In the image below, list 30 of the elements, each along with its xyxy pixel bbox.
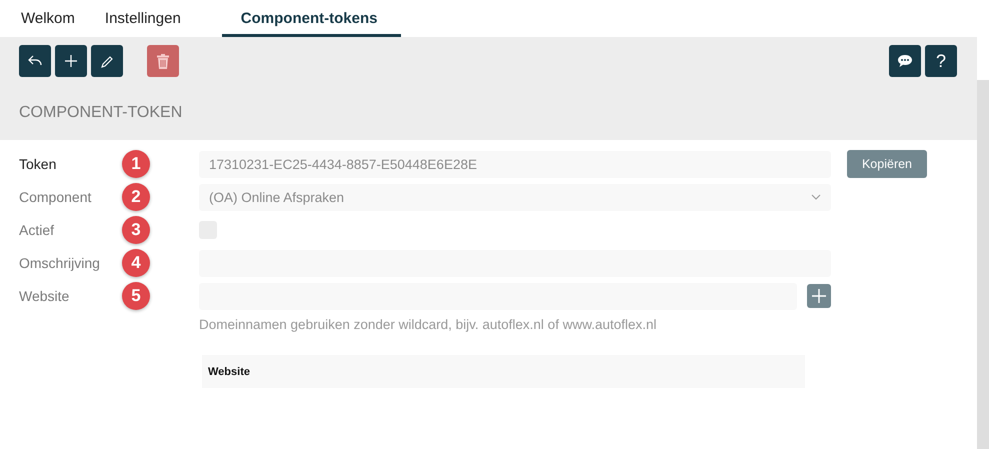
field-label: Token [19, 156, 58, 172]
chat-icon [897, 54, 913, 68]
scrollbar[interactable] [977, 80, 989, 449]
copy-button[interactable]: Kopiëren [847, 150, 927, 178]
plus-icon [65, 55, 77, 67]
number-badge: 1 [122, 150, 150, 178]
number-badge: 4 [122, 249, 150, 277]
edit-button[interactable] [91, 45, 123, 77]
field-label: Actief [19, 222, 56, 238]
number-badge: 2 [122, 183, 150, 211]
number-badge: 5 [122, 282, 150, 310]
field-label: Website [19, 288, 70, 304]
chevron-down-icon [811, 194, 821, 200]
field-label: Omschrijving [19, 255, 101, 271]
chat-button[interactable] [889, 45, 921, 77]
delete-button[interactable] [147, 45, 179, 77]
help-button[interactable]: ? [925, 45, 957, 77]
tab[interactable]: Instellingen [96, 0, 190, 37]
plus-icon [812, 289, 826, 303]
undo-icon [28, 55, 42, 67]
pencil-icon [100, 54, 114, 68]
number-badge: 3 [122, 216, 150, 244]
hint-text: Domeinnamen gebruiken zonder wildcard, bijv. autoflex.nl of www.autoflex.nl [199, 317, 658, 332]
column-header: Website [208, 366, 250, 378]
tab[interactable]: Welkom [12, 0, 84, 37]
add-button[interactable] [55, 45, 87, 77]
back-button[interactable] [19, 45, 51, 77]
trash-icon [157, 54, 169, 68]
field-label: Component [19, 189, 92, 205]
section-title: COMPONENT-TOKEN [19, 104, 184, 122]
